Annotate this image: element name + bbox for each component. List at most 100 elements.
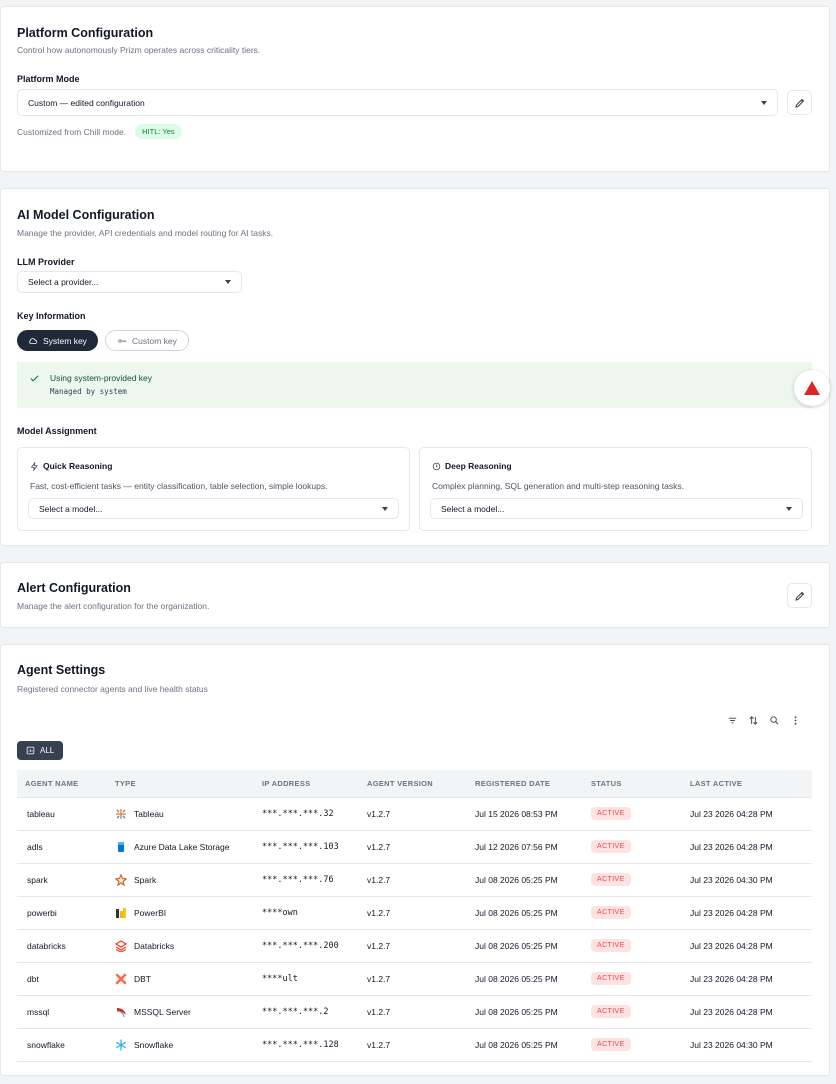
agent-name: databricks [17,929,115,963]
ai-model-config-card: AI Model Configuration Manage the provid… [0,188,830,546]
platform-config-description: Control how autonomously Prizm operates … [17,45,261,55]
table-toolbar [727,715,801,726]
customized-note: Customized from Chill mode. [17,126,127,137]
ai-model-description: Manage the provider, API credentials and… [17,228,274,238]
edit-alert-config-button[interactable] [787,583,812,608]
column-header[interactable]: STATUS [591,770,690,798]
table-row[interactable]: tableau Tableau ***.***.***.32 v1.2.7 Ju… [17,797,812,831]
spark-icon [115,873,127,886]
more-vertical-icon[interactable] [790,715,801,726]
snowflake-icon [115,1038,127,1051]
column-header[interactable]: LAST ACTIVE [690,770,812,798]
banner-title: Using system-provided key [50,373,153,383]
agent-registered-date: Jul 08 2026 05:25 PM [475,863,591,897]
agent-type: Azure Data Lake Storage [134,841,230,852]
system-key-label: System key [43,335,87,346]
column-header[interactable]: IP ADDRESS [262,770,367,798]
agent-registered-date: Jul 08 2026 05:25 PM [475,962,591,996]
agents-table: AGENT NAME TYPE IP ADDRESS AGENT VERSION… [17,770,812,1062]
custom-key-label: Custom key [132,335,177,346]
column-header[interactable]: TYPE [115,770,262,798]
edit-platform-mode-button[interactable] [787,90,812,115]
search-icon[interactable] [769,715,780,726]
table-row[interactable]: snowflake Snowflake ***.***.***.128 v1.2… [17,1028,812,1062]
table-row[interactable]: adls Azure Data Lake Storage ***.***.***… [17,830,812,864]
agent-version: v1.2.7 [367,797,475,831]
agent-name: dbt [17,962,115,996]
table-row[interactable]: mssql MSSQL Server ***.***.***.2 v1.2.7 … [17,995,812,1029]
deep-model-placeholder: Select a model... [441,503,505,514]
table-row[interactable]: spark Spark ***.***.***.76 v1.2.7 Jul 08… [17,863,812,897]
clock-icon [432,462,441,471]
hitl-badge: HITL: Yes [135,124,182,139]
agent-ip: ****own [262,896,367,930]
grid-icon [26,746,35,755]
status-badge: ACTIVE [591,807,631,820]
agent-registered-date: Jul 08 2026 05:25 PM [475,896,591,930]
status-badge: ACTIVE [591,1005,631,1018]
databricks-icon [115,939,127,952]
banner-subtitle: Managed by system [50,387,127,396]
agent-registered-date: Jul 08 2026 05:25 PM [475,1028,591,1062]
quick-reasoning-title: Quick Reasoning [43,461,113,471]
agent-name: tableau [17,797,115,831]
agent-type: Databricks [134,940,175,951]
table-row[interactable]: databricks Databricks ***.***.***.200 v1… [17,929,812,963]
check-icon [30,375,39,382]
agent-ip: ***.***.***.2 [262,995,367,1029]
agent-last-active: Jul 23 2026 04:30 PM [690,1028,812,1062]
key-icon [118,338,126,343]
agent-last-active: Jul 23 2026 04:28 PM [690,830,812,864]
agent-name: spark [17,863,115,897]
agent-version: v1.2.7 [367,1028,475,1062]
ai-model-title: AI Model Configuration [17,208,155,222]
alert-config-card: Alert Configuration Manage the alert con… [0,562,830,628]
alert-config-title: Alert Configuration [17,581,131,595]
column-header[interactable]: REGISTERED DATE [475,770,591,798]
sort-icon[interactable] [748,715,759,726]
column-header[interactable]: AGENT VERSION [367,770,475,798]
customized-row: Customized from Chill mode. HITL: Yes [17,124,182,139]
agent-registered-date: Jul 12 2026 07:56 PM [475,830,591,864]
agent-version: v1.2.7 [367,830,475,864]
llm-provider-label: LLM Provider [17,257,75,267]
column-header[interactable]: AGENT NAME [17,770,115,798]
agent-name: mssql [17,995,115,1029]
filter-all-button[interactable]: ALL [17,741,64,760]
status-badge: ACTIVE [591,906,631,919]
powerbi-icon [115,907,127,919]
deep-model-select[interactable]: Select a model... [430,498,803,519]
agent-name: snowflake [17,1028,115,1062]
agent-last-active: Jul 23 2026 04:28 PM [690,797,812,831]
agent-last-active: Jul 23 2026 04:28 PM [690,896,812,930]
llm-provider-select[interactable]: Select a provider... [17,271,242,293]
quick-reasoning-description: Fast, cost-efficient tasks — entity clas… [30,481,328,491]
agent-ip: ***.***.***.32 [262,797,367,831]
agent-type: Snowflake [134,1039,174,1050]
platform-mode-select[interactable]: Custom — edited configuration [17,89,778,116]
platform-config-title: Platform Configuration [17,26,154,40]
agent-ip: ***.***.***.103 [262,830,367,864]
agent-settings-description: Registered connector agents and live hea… [17,684,208,694]
key-information-label: Key Information [17,311,86,321]
status-badge: ACTIVE [591,1038,631,1051]
agent-ip: ***.***.***.128 [262,1028,367,1062]
agent-version: v1.2.7 [367,962,475,996]
deep-reasoning-title: Deep Reasoning [445,461,512,471]
quick-reasoning-card: Quick Reasoning Fast, cost-efficient tas… [17,447,410,531]
floating-alert-button[interactable] [794,370,830,406]
chevron-down-icon [225,280,231,284]
agent-ip: ****ult [262,962,367,996]
table-row[interactable]: powerbi PowerBI ****own v1.2.7 Jul 08 20… [17,896,812,930]
chevron-down-icon [786,507,792,511]
agent-type: Spark [134,874,157,885]
custom-key-toggle[interactable]: Custom key [105,330,189,351]
agent-version: v1.2.7 [367,896,475,930]
dbt-icon [115,973,127,985]
system-key-toggle[interactable]: System key [17,330,98,351]
table-row[interactable]: dbt DBT ****ult v1.2.7 Jul 08 2026 05:25… [17,962,812,996]
filter-icon[interactable] [727,715,738,726]
table-header-row: AGENT NAME TYPE IP ADDRESS AGENT VERSION… [17,770,812,798]
agent-version: v1.2.7 [367,995,475,1029]
quick-model-select[interactable]: Select a model... [28,498,399,519]
